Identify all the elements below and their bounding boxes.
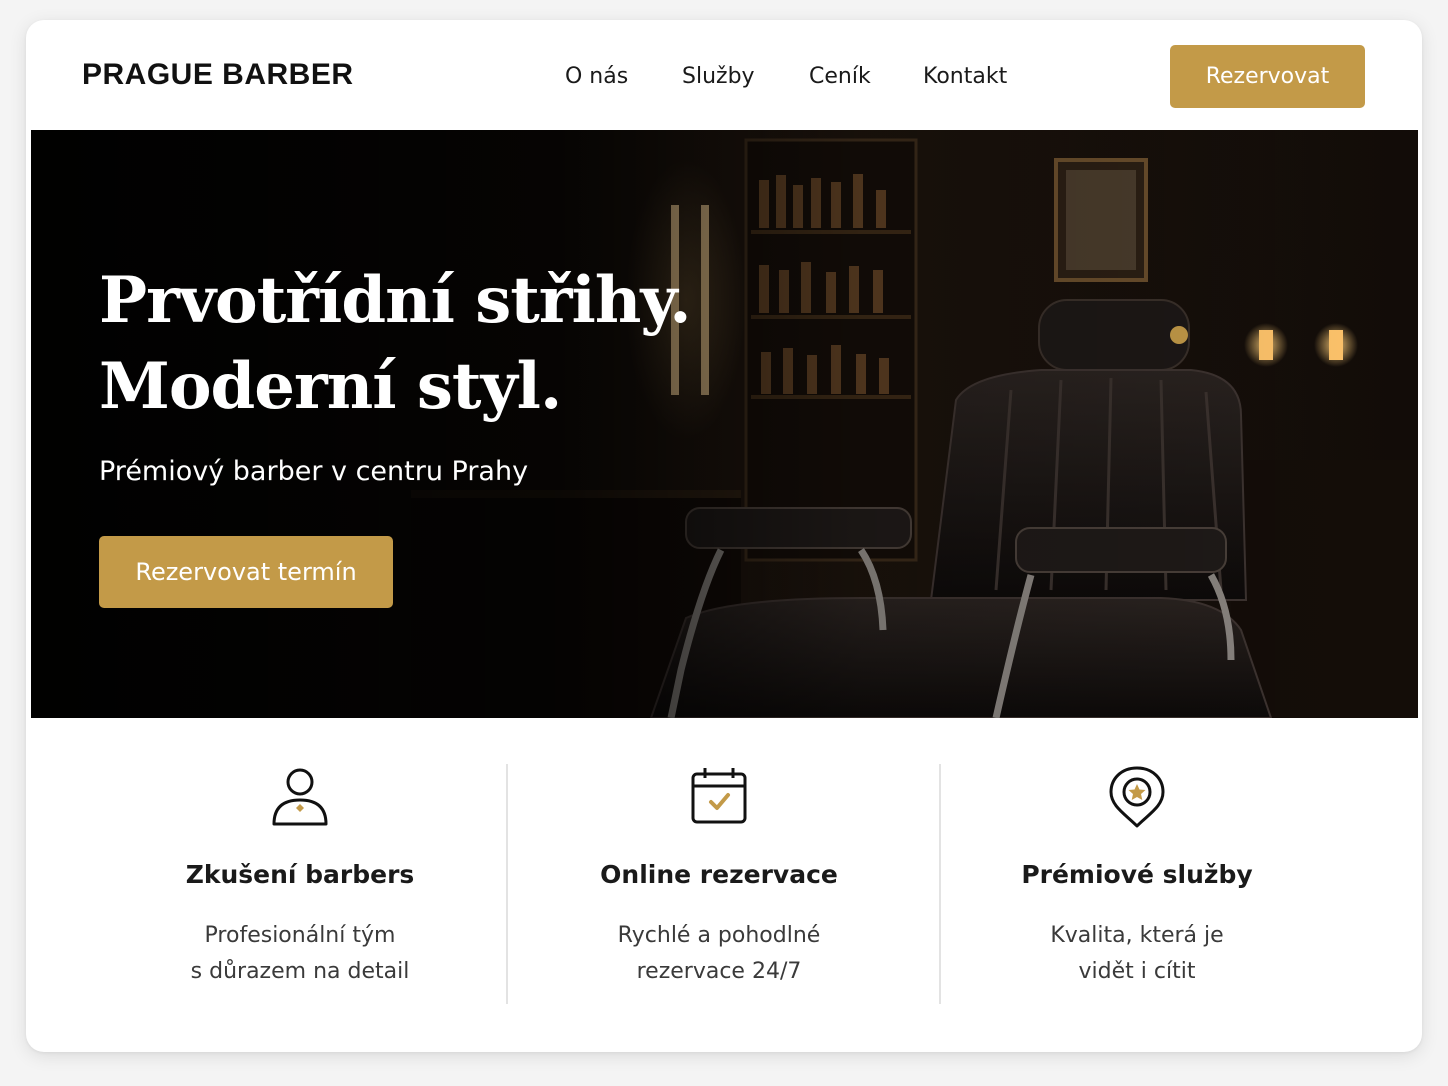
feature-online-booking: Online rezervace Rychlé a pohodlné rezer… (509, 718, 929, 1052)
feature-title: Zkušení barbers (185, 860, 415, 889)
feature-desc-line-2: s důrazem na detail (190, 959, 410, 984)
feature-description: Profesionální tým s důrazem na detail (90, 918, 510, 990)
hero-title-line-2: Moderní styl. (99, 349, 562, 424)
feature-description: Rychlé a pohodlné rezervace 24/7 (509, 918, 929, 990)
nav-link-kontakt[interactable]: Kontakt (923, 64, 1007, 89)
hero-title: Prvotřídní střihy. Moderní styl. (99, 258, 691, 430)
feature-desc-line-1: Profesionální tým (204, 923, 396, 948)
hero-title-line-1: Prvotřídní střihy. (99, 263, 691, 338)
feature-desc-line-1: Kvalita, která je (1050, 923, 1224, 948)
feature-description: Kvalita, která je vidět i cítit (927, 918, 1347, 990)
feature-experienced-barbers: Zkušení barbers Profesionální tým s důra… (90, 718, 510, 1052)
feature-premium-services: Prémiové služby Kvalita, která je vidět … (927, 718, 1347, 1052)
features-section: Zkušení barbers Profesionální tým s důra… (26, 718, 1422, 1052)
barber-person-icon (272, 768, 328, 826)
book-appointment-button[interactable]: Rezervovat termín (99, 536, 393, 608)
nav-link-sluzby[interactable]: Služby (682, 64, 755, 89)
feature-desc-line-1: Rychlé a pohodlné (617, 923, 821, 948)
feature-desc-line-2: vidět i cítit (1078, 959, 1196, 984)
premium-badge-icon (1109, 766, 1165, 828)
feature-divider (506, 764, 508, 1004)
feature-title: Prémiové služby (1021, 860, 1253, 889)
feature-title: Online rezervace (600, 860, 838, 889)
feature-desc-line-2: rezervace 24/7 (636, 959, 802, 984)
hero-subtitle: Prémiový barber v centru Prahy (99, 456, 529, 487)
nav-link-o-nas[interactable]: O nás (565, 64, 628, 89)
site-header: PRAGUE BARBER O nás Služby Ceník Kontakt… (26, 20, 1422, 130)
reserve-button[interactable]: Rezervovat (1170, 45, 1365, 108)
nav-link-cenik[interactable]: Ceník (809, 64, 871, 89)
site-logo[interactable]: PRAGUE BARBER (82, 58, 354, 92)
calendar-check-icon (691, 768, 747, 824)
page-card: PRAGUE BARBER O nás Služby Ceník Kontakt… (26, 20, 1422, 1052)
hero-section: Prvotřídní střihy. Moderní styl. Prémiov… (31, 130, 1418, 718)
